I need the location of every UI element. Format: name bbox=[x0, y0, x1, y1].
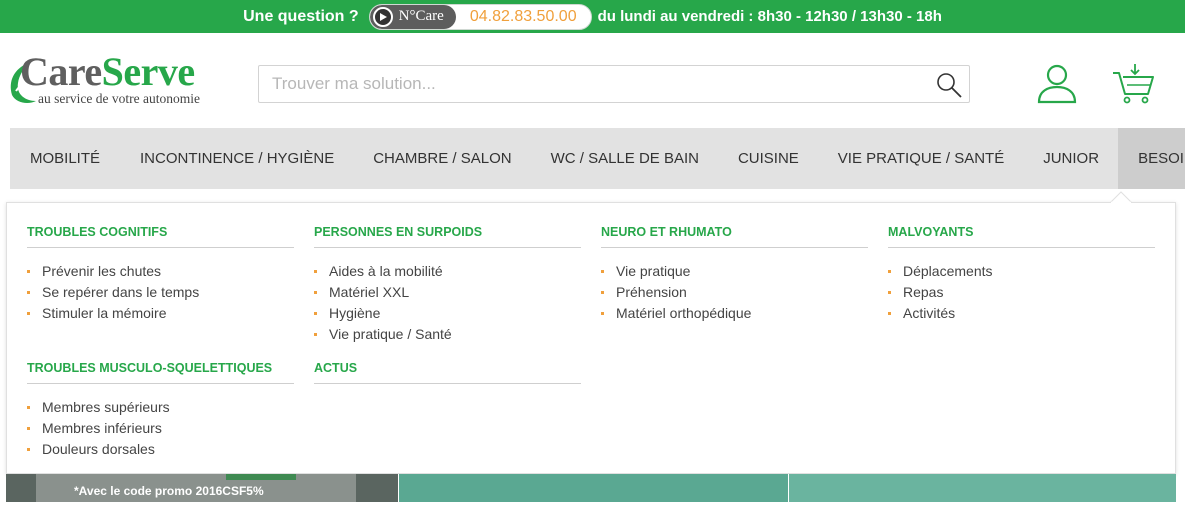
menu-link[interactable]: Matériel XXL bbox=[314, 282, 581, 303]
besoins-mega-menu: TROUBLES COGNITIFS Prévenir les chutes S… bbox=[6, 202, 1176, 474]
menu-link[interactable]: Vie pratique bbox=[601, 261, 868, 282]
search-box bbox=[258, 65, 970, 103]
menu-link[interactable]: Hygiène bbox=[314, 303, 581, 324]
ncare-badge[interactable]: N°Care bbox=[369, 4, 456, 29]
call-widget[interactable]: N°Care 04.82.83.50.00 bbox=[368, 3, 592, 30]
nav-label: VIE PRATIQUE / SANTÉ bbox=[837, 150, 1005, 167]
main-nav: MOBILITÉ INCONTINENCE / HYGIÈNE CHAMBRE … bbox=[10, 128, 1185, 189]
menu-link[interactable]: Vie pratique / Santé bbox=[314, 324, 581, 345]
menu-link[interactable]: Déplacements bbox=[888, 261, 1155, 282]
question-label: Une question ? bbox=[243, 7, 359, 25]
menu-section-neuro-et-rhumato: NEURO ET RHUMATO Vie pratique Préhension… bbox=[601, 225, 868, 324]
nav-item-chambre-salon[interactable]: CHAMBRE / SALON bbox=[354, 128, 530, 189]
menu-section-malvoyants: MALVOYANTS Déplacements Repas Activités bbox=[888, 225, 1155, 324]
banner-image-2[interactable] bbox=[398, 474, 788, 502]
menu-section-actus: ACTUS bbox=[314, 361, 581, 384]
nav-label: JUNIOR bbox=[1043, 150, 1100, 167]
nav-item-vie-pratique-sante[interactable]: VIE PRATIQUE / SANTÉ bbox=[818, 128, 1024, 189]
opening-hours: du lundi au vendredi : 8h30 - 12h30 / 13… bbox=[597, 8, 942, 25]
nav-item-junior[interactable]: JUNIOR bbox=[1024, 128, 1118, 189]
nav-item-besoins[interactable]: BESOINS bbox=[1118, 128, 1185, 189]
menu-link[interactable]: Douleurs dorsales bbox=[27, 439, 294, 460]
menu-link[interactable]: Activités bbox=[888, 303, 1155, 324]
menu-link[interactable]: Préhension bbox=[601, 282, 868, 303]
section-title[interactable]: TROUBLES MUSCULO-SQUELETTIQUES bbox=[27, 361, 294, 384]
logo-care: Care bbox=[20, 49, 102, 94]
section-title[interactable]: NEURO ET RHUMATO bbox=[601, 225, 868, 248]
search-icon[interactable] bbox=[935, 71, 963, 99]
menu-link[interactable]: Membres supérieurs bbox=[27, 397, 294, 418]
promo-banners: *Avec le code promo 2016CSF5% bbox=[6, 474, 1176, 502]
user-icon[interactable] bbox=[1036, 62, 1078, 104]
promo-code-text: *Avec le code promo 2016CSF5% bbox=[74, 484, 264, 498]
nav-item-wc-salle-de-bain[interactable]: WC / SALLE DE BAIN bbox=[531, 128, 719, 189]
menu-link[interactable]: Se repérer dans le temps bbox=[27, 282, 294, 303]
phone-number[interactable]: 04.82.83.50.00 bbox=[456, 8, 591, 26]
logo-serve: Serve bbox=[101, 49, 196, 94]
search-input[interactable] bbox=[259, 66, 919, 102]
nav-label: CHAMBRE / SALON bbox=[373, 150, 512, 167]
section-title[interactable]: TROUBLES COGNITIFS bbox=[27, 225, 294, 248]
ncare-label: N°Care bbox=[398, 8, 444, 24]
section-title[interactable]: ACTUS bbox=[314, 361, 581, 384]
nav-item-mobilite[interactable]: MOBILITÉ bbox=[10, 128, 120, 189]
nav-label: CUISINE bbox=[737, 150, 799, 167]
banner-image-3[interactable] bbox=[788, 474, 1176, 502]
promo-banner[interactable]: *Avec le code promo 2016CSF5% bbox=[6, 474, 398, 502]
logo-tagline: au service de votre autonomie bbox=[38, 91, 200, 106]
menu-link[interactable]: Repas bbox=[888, 282, 1155, 303]
cart-icon[interactable] bbox=[1112, 62, 1156, 104]
nav-item-cuisine[interactable]: CUISINE bbox=[719, 128, 818, 189]
nav-label: INCONTINENCE / HYGIÈNE bbox=[140, 150, 335, 167]
nav-label: WC / SALLE DE BAIN bbox=[550, 150, 699, 167]
menu-section-troubles-cognitifs: TROUBLES COGNITIFS Prévenir les chutes S… bbox=[27, 225, 294, 324]
nav-item-incontinence-hygiene[interactable]: INCONTINENCE / HYGIÈNE bbox=[120, 128, 354, 189]
logo-wordmark: CareServe bbox=[20, 52, 195, 92]
menu-link[interactable]: Matériel orthopédique bbox=[601, 303, 868, 324]
site-logo[interactable]: CareServe au service de votre autonomie bbox=[6, 52, 246, 106]
section-title[interactable]: MALVOYANTS bbox=[888, 225, 1155, 248]
menu-link[interactable]: Stimuler la mémoire bbox=[27, 303, 294, 324]
play-icon[interactable] bbox=[372, 6, 393, 27]
menu-link[interactable]: Prévenir les chutes bbox=[27, 261, 294, 282]
nav-label: MOBILITÉ bbox=[30, 150, 101, 167]
top-contact-bar: Une question ? N°Care 04.82.83.50.00 du … bbox=[0, 0, 1185, 33]
menu-section-troubles-musculo-squelettiques: TROUBLES MUSCULO-SQUELETTIQUES Membres s… bbox=[27, 361, 294, 460]
banner-image-accent bbox=[226, 474, 296, 480]
section-title[interactable]: PERSONNES EN SURPOIDS bbox=[314, 225, 581, 248]
dropdown-caret bbox=[1110, 191, 1132, 203]
menu-link[interactable]: Aides à la mobilité bbox=[314, 261, 581, 282]
nav-label: BESOINS bbox=[1138, 150, 1185, 167]
menu-section-personnes-en-surpoids: PERSONNES EN SURPOIDS Aides à la mobilit… bbox=[314, 225, 581, 345]
menu-link[interactable]: Membres inférieurs bbox=[27, 418, 294, 439]
